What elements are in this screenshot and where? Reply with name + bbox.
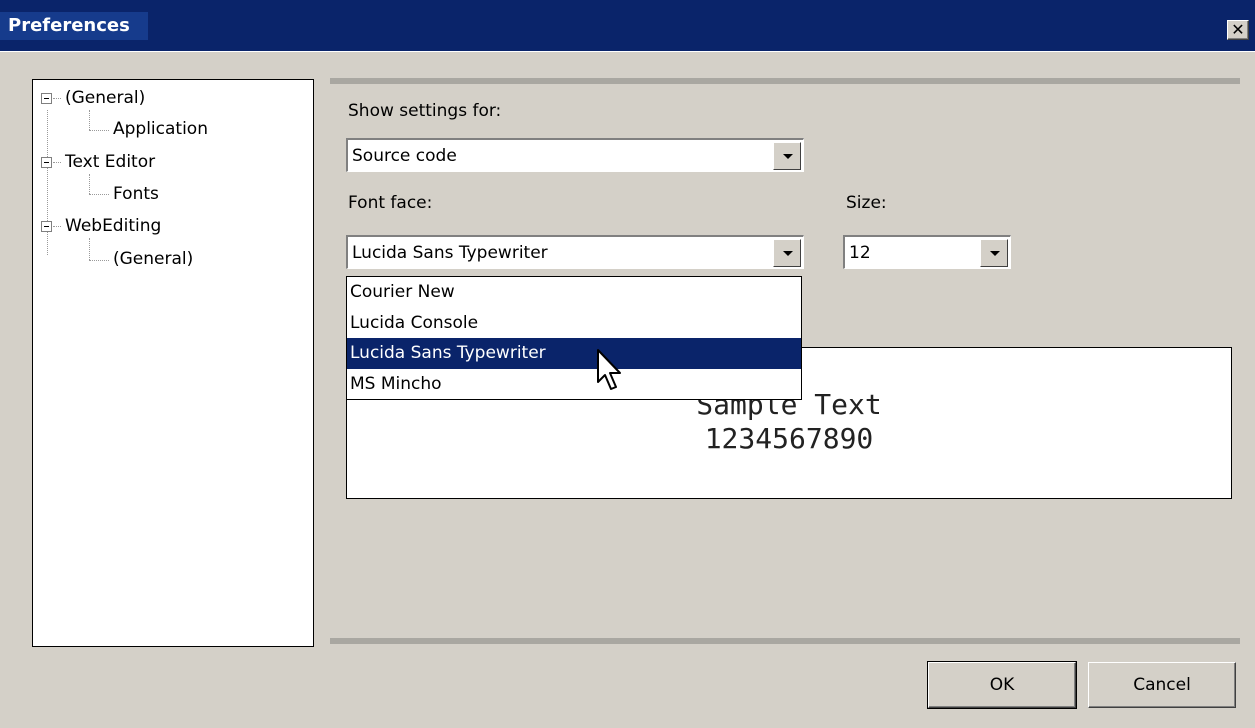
chevron-down-icon[interactable] <box>773 239 801 267</box>
tree-item-application[interactable]: Application <box>113 116 208 142</box>
font-option-courier-new[interactable]: Courier New <box>347 277 801 308</box>
font-option-ms-mincho[interactable]: MS Mincho <box>347 369 801 400</box>
tree-item-label: (General) <box>113 249 194 269</box>
window-title: Preferences <box>0 12 148 40</box>
tree-item-label: (General) <box>65 88 146 108</box>
tree-item-webediting[interactable]: WebEditing <box>41 213 161 239</box>
tree-item-general[interactable]: (General) <box>41 85 145 111</box>
font-face-dropdown-list[interactable]: Courier New Lucida Console Lucida Sans T… <box>346 276 802 400</box>
tree-item-label: WebEditing <box>65 216 162 236</box>
ok-button[interactable]: OK <box>927 661 1077 709</box>
tree-item-webediting-general[interactable]: (General) <box>113 246 193 272</box>
collapse-icon[interactable] <box>41 221 52 232</box>
show-settings-combo[interactable]: Source code <box>346 138 804 172</box>
show-settings-value: Source code <box>352 146 457 166</box>
mouse-pointer-icon <box>597 349 621 390</box>
tree-item-fonts[interactable]: Fonts <box>113 181 159 207</box>
cancel-button[interactable]: Cancel <box>1088 662 1236 708</box>
size-value: 12 <box>849 243 871 263</box>
size-label: Size: <box>846 193 887 213</box>
font-option-lucida-sans-typewriter[interactable]: Lucida Sans Typewriter <box>347 338 801 369</box>
tree-item-text-editor[interactable]: Text Editor <box>41 149 155 175</box>
font-face-label: Font face: <box>348 193 433 213</box>
close-button[interactable]: ✕ <box>1227 20 1249 40</box>
font-face-combo[interactable]: Lucida Sans Typewriter <box>346 235 804 269</box>
bottom-separator <box>330 638 1240 644</box>
title-bar: Preferences ✕ <box>0 0 1255 52</box>
collapse-icon[interactable] <box>41 93 52 104</box>
show-settings-label: Show settings for: <box>348 101 502 121</box>
font-face-value: Lucida Sans Typewriter <box>352 243 548 263</box>
sample-digits-line: 1234567890 <box>704 422 874 455</box>
tree-item-label: Application <box>113 119 208 139</box>
tree-item-label: Fonts <box>113 184 159 204</box>
size-combo[interactable]: 12 <box>843 235 1011 269</box>
category-tree[interactable]: (General) Application Text Editor Fonts … <box>32 79 314 647</box>
collapse-icon[interactable] <box>41 157 52 168</box>
chevron-down-icon[interactable] <box>980 239 1008 267</box>
font-option-lucida-console[interactable]: Lucida Console <box>347 308 801 339</box>
close-icon: ✕ <box>1231 20 1245 39</box>
tree-item-label: Text Editor <box>65 152 156 172</box>
top-separator <box>330 78 1240 84</box>
chevron-down-icon[interactable] <box>773 142 801 170</box>
